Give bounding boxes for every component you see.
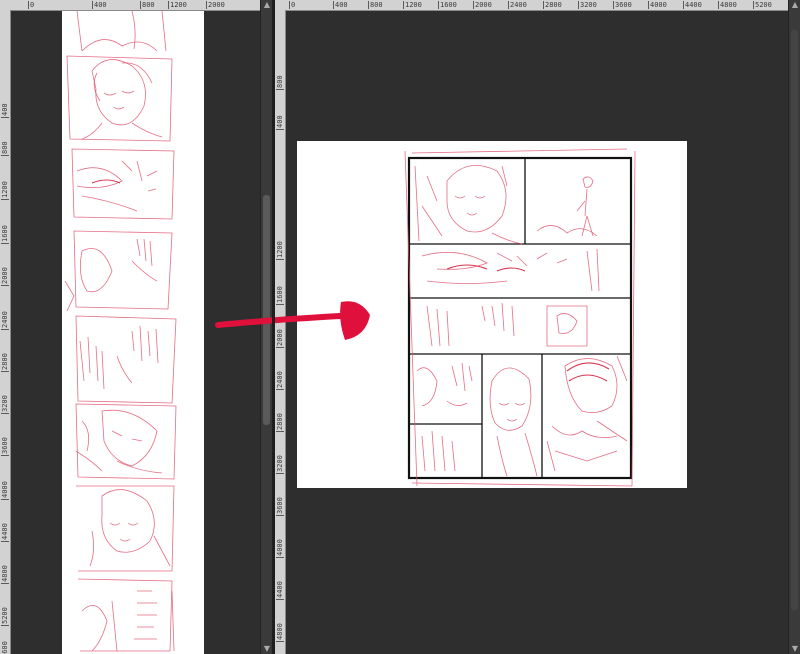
ruler-tick: 4800 — [718, 1, 737, 9]
ruler-tick: 400 — [1, 103, 9, 118]
right-canvas-pane[interactable]: 0 400 800 1200 1600 2000 2400 2800 3200 … — [275, 0, 800, 654]
ruler-tick: 400 — [92, 1, 107, 9]
ruler-tick: 3600 — [613, 1, 632, 9]
ruler-tick: 2000 — [1, 267, 9, 286]
ruler-tick: 400 — [333, 1, 348, 9]
ruler-tick: 4400 — [1, 523, 9, 542]
right-horizontal-ruler: 0 400 800 1200 1600 2000 2400 2800 3200 … — [275, 0, 800, 11]
ruler-tick: 5600 — [1, 641, 9, 654]
ruler-tick: 3200 — [1, 395, 9, 414]
webtoon-sketch — [64, 11, 177, 652]
left-scrollbar-thumb[interactable] — [263, 195, 270, 425]
ruler-tick: 4000 — [276, 539, 284, 558]
ruler-tick: 3200 — [578, 1, 597, 9]
ruler-tick: 4800 — [276, 623, 284, 642]
ruler-tick: 800 — [1, 141, 9, 156]
ruler-tick: 3600 — [1, 437, 9, 456]
ruler-tick: 1200 — [403, 1, 422, 9]
ruler-tick: 1600 — [438, 1, 457, 9]
chevron-up-icon[interactable]: ▲ — [789, 0, 800, 10]
ruler-tick: 2400 — [1, 311, 9, 330]
manga-page-canvas[interactable] — [297, 141, 687, 488]
ruler-tick: 800 — [276, 75, 284, 90]
ruler-tick: 2400 — [276, 371, 284, 390]
manga-page-sketch — [404, 148, 636, 487]
right-vertical-ruler: 400 800 1200 1600 2000 2400 2800 3200 36… — [275, 10, 286, 654]
pane-divider[interactable] — [272, 0, 275, 654]
ruler-tick: 800 — [368, 1, 383, 9]
ruler-tick: 1200 — [276, 241, 284, 260]
ruler-tick: 0 — [289, 1, 296, 9]
ruler-tick: 2000 — [276, 329, 284, 348]
ruler-tick: 2000 — [473, 1, 492, 9]
ruler-tick: 2800 — [276, 413, 284, 432]
ruler-tick: 3200 — [276, 455, 284, 474]
ruler-tick: 2800 — [1, 353, 9, 372]
right-vertical-scrollbar[interactable]: ▲ ▼ — [788, 0, 800, 654]
ruler-tick: 5200 — [753, 1, 772, 9]
ruler-tick: 2400 — [508, 1, 527, 9]
ruler-tick: 2000 — [206, 1, 225, 9]
right-scrollbar-thumb[interactable] — [791, 30, 798, 610]
chevron-down-icon[interactable]: ▼ — [789, 644, 800, 654]
ruler-tick: 4000 — [1, 481, 9, 500]
ruler-tick: 4400 — [276, 581, 284, 600]
webtoon-strip-page[interactable] — [62, 11, 204, 654]
ruler-tick: 3600 — [276, 497, 284, 516]
ruler-tick: 1200 — [1, 181, 9, 200]
ruler-tick: 4400 — [683, 1, 702, 9]
ruler-tick: 400 — [276, 115, 284, 130]
left-vertical-ruler: 400 800 1200 1600 2000 2400 2800 3200 36… — [0, 10, 11, 654]
ruler-tick: 2800 — [543, 1, 562, 9]
ruler-tick: 1200 — [168, 1, 187, 9]
left-canvas-pane[interactable]: 0 400 800 1200 2000 400 800 1200 1600 20… — [0, 0, 260, 654]
ruler-tick: 1600 — [276, 286, 284, 305]
left-horizontal-ruler: 0 400 800 1200 2000 — [0, 0, 260, 11]
ruler-tick: 4000 — [648, 1, 667, 9]
ruler-tick: 4800 — [1, 565, 9, 584]
ruler-tick: 800 — [140, 1, 155, 9]
ruler-tick: 1600 — [1, 225, 9, 244]
ruler-tick: 0 — [28, 1, 35, 9]
ruler-tick: 5200 — [1, 607, 9, 626]
